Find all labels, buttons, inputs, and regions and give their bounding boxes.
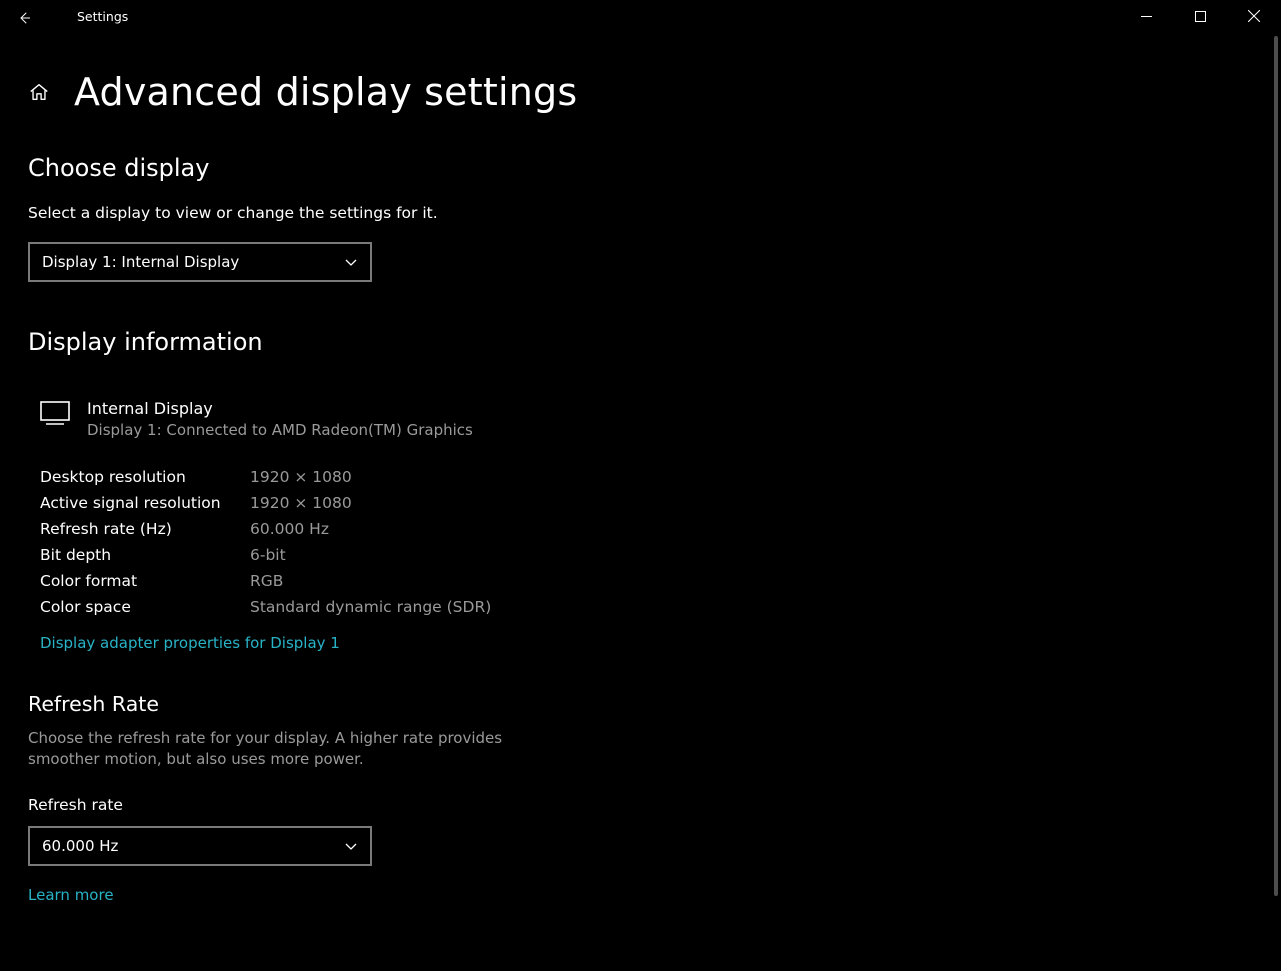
spec-label: Color format (40, 572, 250, 590)
monitor-icon (40, 400, 70, 430)
spec-value: 6-bit (250, 546, 286, 564)
display-meta: Internal Display Display 1: Connected to… (87, 398, 473, 440)
spec-value: 60.000 Hz (250, 520, 329, 538)
maximize-button[interactable] (1173, 0, 1227, 32)
close-button[interactable] (1227, 0, 1281, 32)
display-selector[interactable]: Display 1: Internal Display (28, 242, 372, 282)
choose-display-heading: Choose display (28, 154, 1253, 182)
chevron-down-icon (344, 255, 358, 269)
spec-label: Refresh rate (Hz) (40, 520, 250, 538)
titlebar: Settings (0, 0, 1281, 36)
refresh-rate-helper: Choose the refresh rate for your display… (28, 728, 548, 770)
spec-label: Desktop resolution (40, 468, 250, 486)
refresh-rate-value: 60.000 Hz (42, 837, 118, 855)
spec-label: Color space (40, 598, 250, 616)
spec-row: Active signal resolution 1920 × 1080 (40, 490, 1253, 516)
home-button[interactable] (28, 81, 50, 103)
header-row: Advanced display settings (28, 70, 1253, 114)
window-controls (1119, 0, 1281, 32)
minimize-button[interactable] (1119, 0, 1173, 32)
display-name: Internal Display (87, 398, 473, 420)
refresh-rate-heading: Refresh Rate (28, 692, 1253, 716)
back-button[interactable] (0, 0, 48, 36)
spec-value: 1920 × 1080 (250, 494, 352, 512)
spec-value: 1920 × 1080 (250, 468, 352, 486)
scrollbar[interactable] (1267, 36, 1281, 971)
spec-value: Standard dynamic range (SDR) (250, 598, 491, 616)
home-icon (28, 81, 50, 103)
spec-row: Color space Standard dynamic range (SDR) (40, 594, 1253, 620)
spec-label: Active signal resolution (40, 494, 250, 512)
content: Advanced display settings Choose display… (0, 36, 1281, 944)
spec-row: Refresh rate (Hz) 60.000 Hz (40, 516, 1253, 542)
page-title: Advanced display settings (74, 70, 577, 114)
spec-row: Desktop resolution 1920 × 1080 (40, 464, 1253, 490)
refresh-rate-selector[interactable]: 60.000 Hz (28, 826, 372, 866)
spec-label: Bit depth (40, 546, 250, 564)
close-icon (1248, 10, 1260, 22)
chevron-down-icon (344, 839, 358, 853)
display-info-header: Internal Display Display 1: Connected to… (28, 398, 1253, 440)
display-selector-value: Display 1: Internal Display (42, 253, 239, 271)
spec-row: Bit depth 6-bit (40, 542, 1253, 568)
refresh-rate-label: Refresh rate (28, 796, 1253, 814)
adapter-properties-link[interactable]: Display adapter properties for Display 1 (28, 634, 340, 652)
window-title: Settings (77, 9, 128, 24)
display-info-heading: Display information (28, 328, 1253, 356)
maximize-icon (1195, 11, 1206, 22)
learn-more-link[interactable]: Learn more (28, 886, 114, 904)
choose-display-desc: Select a display to view or change the s… (28, 204, 1253, 222)
minimize-icon (1141, 11, 1152, 22)
arrow-left-icon (15, 9, 33, 27)
spec-row: Color format RGB (40, 568, 1253, 594)
spec-table: Desktop resolution 1920 × 1080 Active si… (28, 464, 1253, 620)
scrollbar-thumb[interactable] (1274, 36, 1278, 896)
display-connection: Display 1: Connected to AMD Radeon(TM) G… (87, 420, 473, 440)
spec-value: RGB (250, 572, 283, 590)
